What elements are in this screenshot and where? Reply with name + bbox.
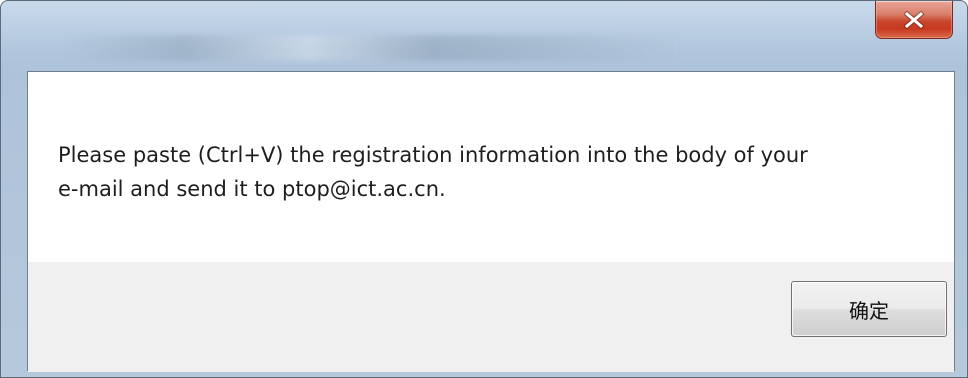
close-button[interactable] bbox=[875, 1, 953, 39]
dialog-message: Please paste (Ctrl+V) the registration i… bbox=[58, 143, 808, 201]
message-area: Please paste (Ctrl+V) the registration i… bbox=[28, 72, 954, 262]
button-bar: 确定 bbox=[28, 262, 954, 372]
title-bar[interactable] bbox=[1, 1, 967, 69]
ok-button[interactable]: 确定 bbox=[791, 281, 947, 337]
dialog-client-area: Please paste (Ctrl+V) the registration i… bbox=[27, 71, 955, 372]
close-icon bbox=[876, 1, 952, 38]
dialog-window: Please paste (Ctrl+V) the registration i… bbox=[0, 0, 968, 378]
